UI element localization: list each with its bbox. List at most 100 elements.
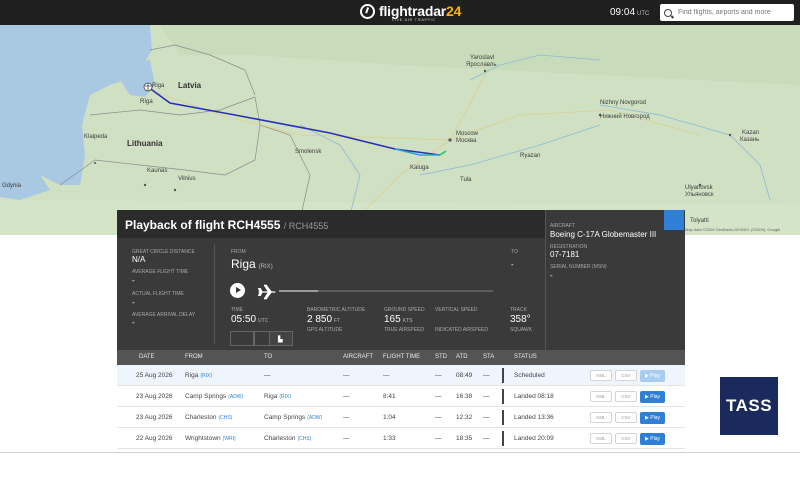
kml-button[interactable]: KML (590, 433, 612, 444)
utc-clock: 09:04 UTC (610, 7, 650, 18)
csv-button[interactable]: CSV (615, 370, 637, 381)
row-aircraft: — (343, 393, 350, 400)
row-from[interactable]: Charleston (CHS) (185, 414, 232, 421)
map-label-kaunas: Kaunas (147, 168, 168, 174)
registration-value: 07-7181 (550, 250, 580, 259)
search-input[interactable] (678, 9, 790, 16)
map-attribution: Map data ©2026 GeoBasis-DE/BKG (©2009), … (685, 227, 781, 232)
row-flight-time: 1:04 (383, 414, 396, 421)
playback-progress-bar[interactable] (279, 290, 493, 292)
row-to[interactable]: — (264, 372, 273, 379)
row-aircraft: — (343, 372, 350, 379)
table-row[interactable]: 23 Aug 2026 Charleston (CHS) Camp Springs… (117, 407, 685, 428)
col-date: DATE (139, 354, 155, 360)
row-aircraft: — (343, 414, 350, 421)
panel-header: Playback of flight RCH4555 / RCH4555 (117, 210, 545, 238)
col-to: TO (264, 354, 273, 360)
row-flight-time: 1:33 (383, 435, 396, 442)
play-flight-button[interactable]: ▶ Play (640, 412, 665, 424)
playback-progress-fill (279, 290, 318, 292)
play-flight-button[interactable]: ▶ Play (640, 433, 665, 445)
row-std: — (435, 435, 442, 442)
row-std: — (435, 414, 442, 421)
top-bar: flightradar24 LIVE AIR TRAFFIC 09:04 UTC (0, 0, 800, 25)
flight-history-table: DATE FROM TO AIRCRAFT FLIGHT TIME STD AT… (117, 350, 685, 449)
map-label-latvia: Latvia (178, 81, 202, 90)
col-flight-time: FLIGHT TIME (383, 354, 421, 360)
table-header: DATE FROM TO AIRCRAFT FLIGHT TIME STD AT… (117, 350, 685, 365)
map-label-tula: Tula (460, 177, 472, 183)
close-panel-button[interactable] (664, 210, 684, 230)
to-label: TO (511, 249, 518, 255)
row-from[interactable]: Riga (RIX) (185, 372, 212, 379)
col-aircraft: AIRCRAFT (343, 354, 373, 360)
search-box[interactable] (660, 4, 794, 21)
view-toggle-1[interactable] (230, 331, 254, 346)
row-sta: — (483, 393, 490, 400)
row-status: Landed 20:09 (514, 435, 554, 442)
kml-button[interactable]: KML (590, 412, 612, 423)
csv-button[interactable]: CSV (615, 391, 637, 402)
row-date: 23 Aug 2026 (136, 393, 173, 400)
col-from: FROM (185, 354, 203, 360)
row-sta: — (483, 435, 490, 442)
bottom-divider (0, 452, 800, 453)
baro-altitude-value: 2 850 FT (307, 314, 341, 325)
table-row[interactable]: 23 Aug 2026 Camp Springs (ADW) Riga (RIX) … (117, 386, 685, 407)
map-label-klaipeda: Klaipeda (84, 134, 108, 140)
avg-flight-time-label: AVERAGE FLIGHT TIME (132, 269, 189, 275)
table-row[interactable]: 22 Aug 2026 Wrightstown (WRI) Charleston(… (117, 428, 685, 449)
map-label-tolyatti: Tolyatti (690, 218, 709, 224)
actual-flight-time-label: ACTUAL FLIGHT TIME (132, 291, 184, 297)
panel-divider-left (214, 244, 215, 344)
table-row[interactable]: 25 Aug 2026 Riga (RIX) — — — — 08:49 — Sc… (117, 365, 685, 386)
track-value: 358° (510, 314, 531, 325)
panel-divider-right (545, 210, 546, 350)
row-to[interactable]: Charleston (CHS) (264, 435, 311, 442)
baro-altitude-label: BAROMETRIC ALTITUDE (307, 307, 366, 313)
map-label-yaroslavl: Yaroslavl (470, 55, 495, 61)
status-indicator (502, 389, 504, 404)
csv-button[interactable]: CSV (615, 412, 637, 423)
indicated-airspeed-label: INDICATED AIRSPEED (435, 327, 488, 333)
row-std: — (435, 372, 442, 379)
graph-toggle[interactable]: ▙ (269, 331, 293, 346)
ground-speed-value: 165 KTS (384, 314, 413, 325)
play-flight-button[interactable]: ▶ Play (640, 391, 665, 403)
map[interactable]: Latvia Lithuania Riga Rīga Moscow Москва… (0, 25, 800, 235)
row-sta: — (483, 414, 490, 421)
map-label-kazan: Kazan (742, 130, 760, 136)
row-date: 25 Aug 2026 (136, 372, 173, 379)
serial-value: - (550, 271, 553, 280)
map-label-ryazan: Ryazan (520, 153, 541, 159)
search-icon (664, 8, 672, 17)
row-status: Landed 08:18 (514, 393, 554, 400)
map-label-ulyanovsk: Ulyanovsk (685, 185, 713, 191)
gps-altitude-label: GPS ALTITUDE (307, 327, 343, 333)
row-from[interactable]: Camp Springs (ADW) (185, 393, 243, 400)
row-to[interactable]: Riga (RIX) (264, 393, 291, 400)
time-label: TIME (231, 307, 243, 313)
aircraft-value: Boeing C-17A Globemaster III (550, 230, 657, 239)
play-flight-button[interactable]: ▶ Play (640, 370, 665, 382)
map-label-riga-local: Rīga (140, 99, 153, 105)
row-sta: — (483, 372, 490, 379)
status-indicator (502, 410, 504, 425)
from-value[interactable]: Riga (RIX) (231, 257, 273, 271)
from-label: FROM (231, 249, 246, 255)
row-status: Scheduled (514, 372, 545, 379)
map-canvas (0, 25, 800, 235)
serial-label: SERIAL NUMBER (MSN) (550, 264, 607, 270)
kml-button[interactable]: KML (590, 391, 612, 402)
tass-logo: TASS (720, 377, 778, 435)
status-indicator (502, 431, 504, 446)
kml-button[interactable]: KML (590, 370, 612, 381)
csv-button[interactable]: CSV (615, 433, 637, 444)
map-label-lithuania: Lithuania (127, 139, 163, 148)
row-atd: 16:38 (456, 393, 473, 400)
play-button[interactable] (230, 283, 245, 298)
col-sta: STA (483, 354, 495, 360)
row-from[interactable]: Wrightstown (WRI) (185, 435, 236, 442)
row-to[interactable]: Camp Springs (ADW) (264, 414, 322, 421)
row-atd: 12:32 (456, 414, 473, 421)
